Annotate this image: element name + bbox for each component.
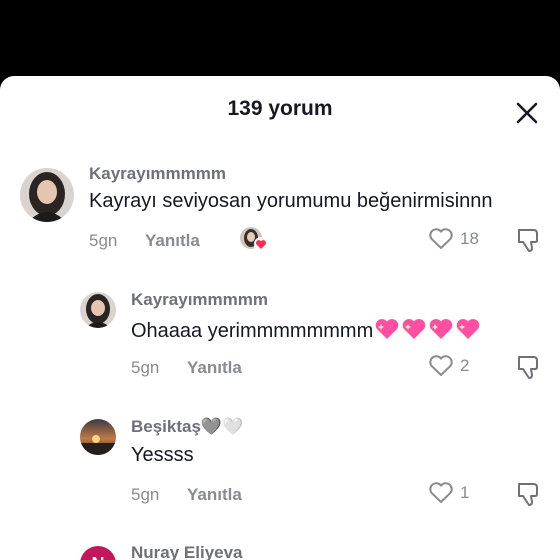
dislike-icon[interactable] [514,353,542,381]
avatar[interactable] [20,168,74,222]
avatar[interactable] [80,292,116,328]
reply-button[interactable]: Yanıtla [145,231,200,251]
comment-text-body: Ohaaaa yerimmmmmmmm [131,320,374,342]
comment-text: Yessss [131,444,194,466]
comment-time: 5gn [131,485,160,504]
comment-text: Ohaaaa yerimmmmmmmm [131,317,481,343]
avatar[interactable]: N [80,546,116,560]
like-button[interactable]: 2 [428,354,469,378]
dislike-icon[interactable] [514,480,542,508]
creator-liked-avatar [240,227,268,251]
reply-button[interactable]: Yanıtla [187,485,242,505]
avatar[interactable] [80,419,116,455]
sparkling-heart-icon [457,319,480,339]
reply-button[interactable]: Yanıtla [187,358,242,378]
comment-username[interactable]: Kayrayımmmmm [89,164,226,184]
close-icon[interactable] [514,100,540,126]
comment-text: Kayrayı seviyosan yorumumu beğenirmisinn… [89,190,493,212]
comment-username[interactable]: Nuray Eliyeva [131,543,243,560]
sparkling-heart-icon [430,319,453,339]
dislike-icon[interactable] [514,226,542,254]
heart-outline-icon [429,482,453,503]
like-count: 1 [460,483,470,502]
sparkling-heart-icon [376,319,399,339]
comment-time: 5gn [131,358,160,377]
like-button[interactable]: 1 [428,481,469,505]
comments-sheet: 139 yorum Kayrayımmmmm Kayrayı seviyosan… [0,76,560,560]
like-count: 2 [460,356,470,375]
comments-header: 139 yorum [0,76,560,144]
comment-count-title: 139 yorum [227,97,333,120]
heart-outline-icon [429,228,453,249]
like-button[interactable]: 18 [428,227,479,251]
comment-username[interactable]: Beşiktaş🩶🤍 [131,417,243,437]
sparkling-heart-icon [403,319,426,339]
comment-time: 5gn [89,231,118,250]
like-count: 18 [460,229,479,248]
comment-username[interactable]: Kayrayımmmmm [131,290,268,310]
avatar-initial: N [92,554,105,560]
heart-outline-icon [429,355,453,376]
